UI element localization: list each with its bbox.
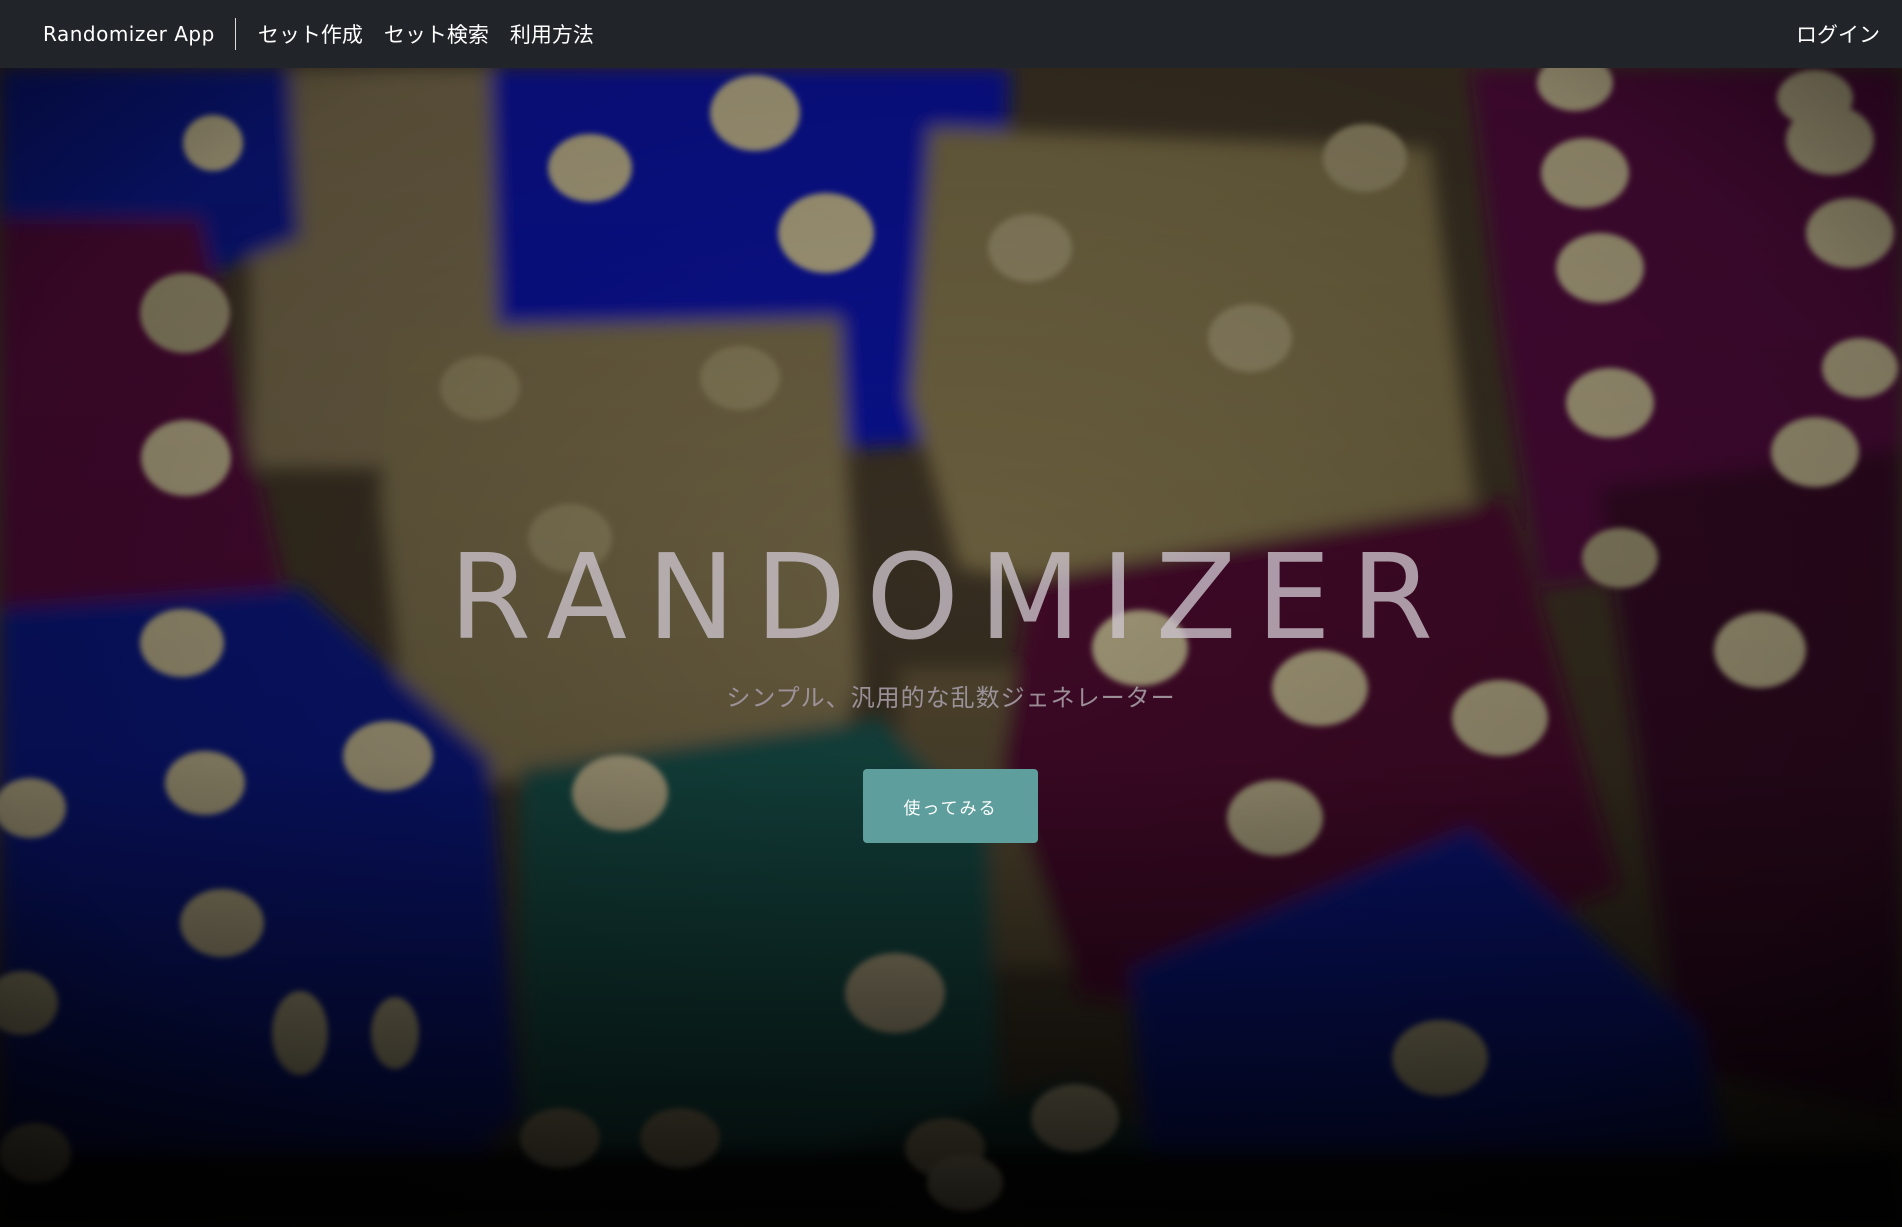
hero-subtitle: シンプル、汎用的な乱数ジェネレーター	[726, 684, 1176, 712]
hero-section: RANDOMIZER シンプル、汎用的な乱数ジェネレーター 使ってみる	[0, 68, 1902, 1227]
nav-link-usage[interactable]: 利用方法	[510, 19, 594, 49]
nav-divider	[234, 18, 236, 50]
brand-link[interactable]: Randomizer App	[43, 22, 235, 46]
top-navbar: Randomizer App セット作成 セット検索 利用方法 ログイン	[0, 0, 1902, 68]
login-link[interactable]: ログイン	[1796, 19, 1880, 49]
hero-title: RANDOMIZER	[449, 528, 1453, 666]
try-it-button[interactable]: 使ってみる	[863, 769, 1038, 843]
nav-link-search-set[interactable]: セット検索	[384, 19, 489, 49]
nav-link-create-set[interactable]: セット作成	[258, 19, 363, 49]
